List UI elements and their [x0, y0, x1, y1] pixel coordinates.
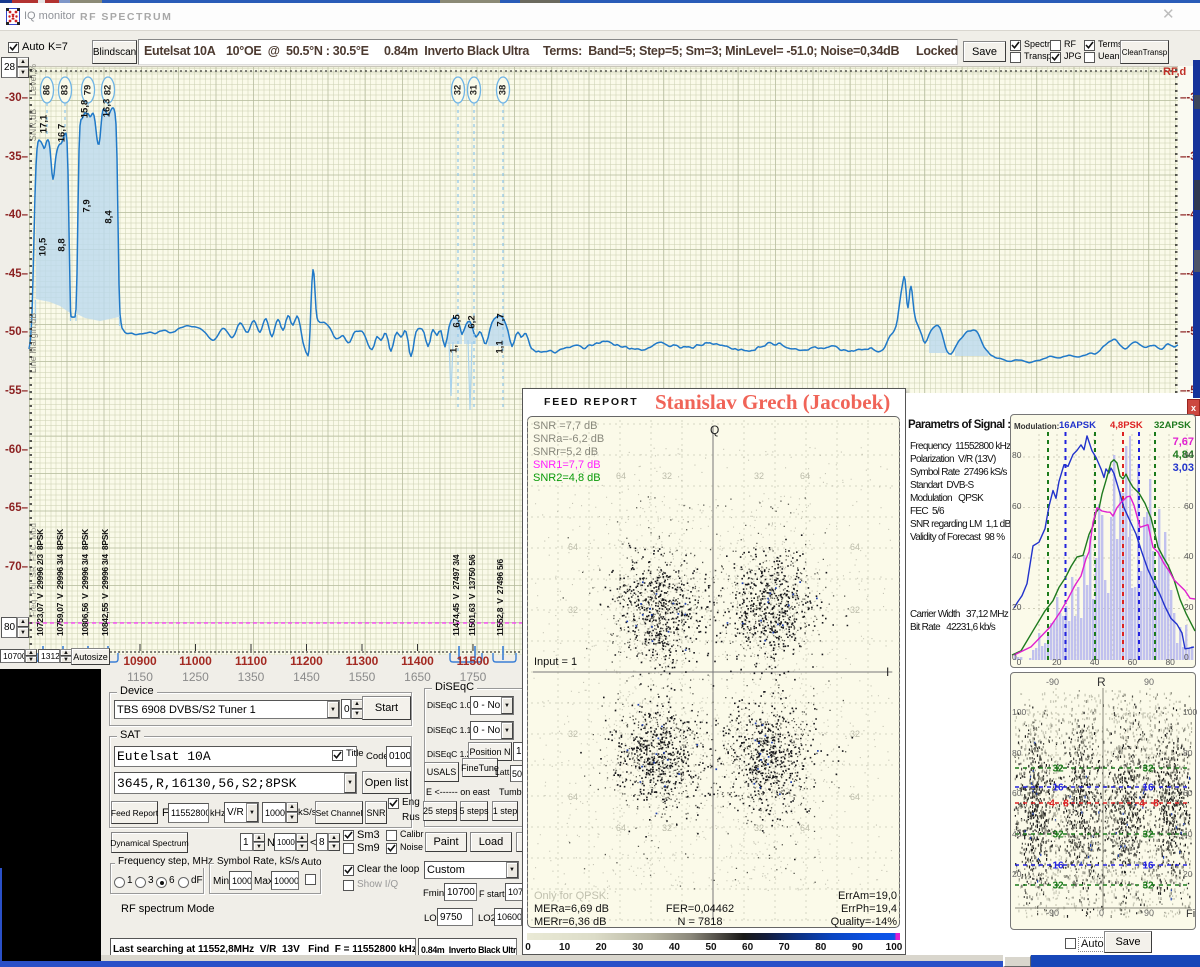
svg-text:64: 64	[616, 471, 626, 481]
svg-text:1,1: 1,1	[495, 340, 506, 354]
svg-text:10,5: 10,5	[38, 237, 49, 256]
svg-text:17,1: 17,1	[39, 114, 50, 133]
svg-text:8,8: 8,8	[57, 238, 68, 251]
svg-text:38: 38	[498, 85, 509, 96]
svg-text:8: 8	[1153, 799, 1159, 810]
svg-text:32: 32	[568, 729, 578, 739]
svg-text:10842,55 V 29996 3/4 8PSK: 10842,55 V 29996 3/4 8PSK	[100, 528, 110, 636]
svg-text:32: 32	[754, 471, 764, 481]
svg-text:7,7: 7,7	[496, 313, 507, 326]
svg-text:15,8: 15,8	[80, 100, 91, 119]
svg-text:32: 32	[850, 729, 860, 739]
svg-text:32: 32	[850, 605, 860, 615]
svg-text:32: 32	[1052, 881, 1064, 892]
svg-text:11501,63 V 13750 5/6: 11501,63 V 13750 5/6	[467, 554, 477, 636]
svg-text:16,3: 16,3	[102, 99, 113, 118]
svg-text:8,4: 8,4	[104, 210, 115, 224]
svg-text:64: 64	[568, 792, 578, 802]
svg-text:10806,56 V 29996 3/4 8PSK: 10806,56 V 29996 3/4 8PSK	[80, 528, 90, 636]
svg-text:8: 8	[1063, 799, 1069, 810]
svg-text:86: 86	[42, 85, 53, 96]
svg-text:32: 32	[568, 605, 578, 615]
svg-text:16: 16	[1142, 783, 1154, 794]
svg-text:82: 82	[103, 85, 114, 96]
svg-text:64: 64	[568, 542, 578, 552]
svg-text:6,2: 6,2	[467, 315, 478, 328]
svg-text:32: 32	[1052, 830, 1064, 841]
svg-text:Q: Q	[710, 423, 719, 437]
svg-text:79: 79	[83, 85, 94, 96]
svg-text:16: 16	[1052, 861, 1064, 872]
svg-text:32: 32	[662, 823, 672, 833]
svg-text:64: 64	[850, 542, 860, 552]
svg-text:16,7: 16,7	[57, 124, 68, 143]
svg-text:4: 4	[1139, 799, 1145, 810]
svg-text:32: 32	[1052, 764, 1064, 775]
svg-text:10759,07 V 29996 3/4 8PSK: 10759,07 V 29996 3/4 8PSK	[55, 528, 65, 636]
svg-text:16: 16	[1142, 861, 1154, 872]
svg-text:83: 83	[60, 85, 71, 96]
svg-text:10723,07 V 29996 2/3 8PSK: 10723,07 V 29996 2/3 8PSK	[35, 528, 45, 636]
svg-text:7,9: 7,9	[82, 199, 93, 212]
svg-text:64: 64	[800, 471, 810, 481]
svg-text:32: 32	[453, 85, 464, 96]
svg-text:SNR,dB: SNR,dB	[28, 109, 38, 142]
svg-text:4: 4	[1049, 799, 1055, 810]
svg-text:32: 32	[1142, 764, 1154, 775]
svg-text:11474,45 V 27497 3/4: 11474,45 V 27497 3/4	[451, 554, 461, 636]
svg-text:32: 32	[1142, 881, 1154, 892]
svg-text:32: 32	[1142, 830, 1154, 841]
svg-text:11552,8 V 27496 5/6: 11552,8 V 27496 5/6	[495, 559, 505, 636]
svg-text:I: I	[886, 665, 889, 679]
svg-text:1,: 1,	[449, 345, 460, 353]
svg-text:6,5: 6,5	[452, 314, 463, 328]
svg-text:16: 16	[1052, 783, 1064, 794]
svg-text:32: 32	[662, 471, 672, 481]
svg-text:64: 64	[850, 792, 860, 802]
svg-text:64: 64	[800, 823, 810, 833]
svg-text:31: 31	[469, 84, 480, 95]
